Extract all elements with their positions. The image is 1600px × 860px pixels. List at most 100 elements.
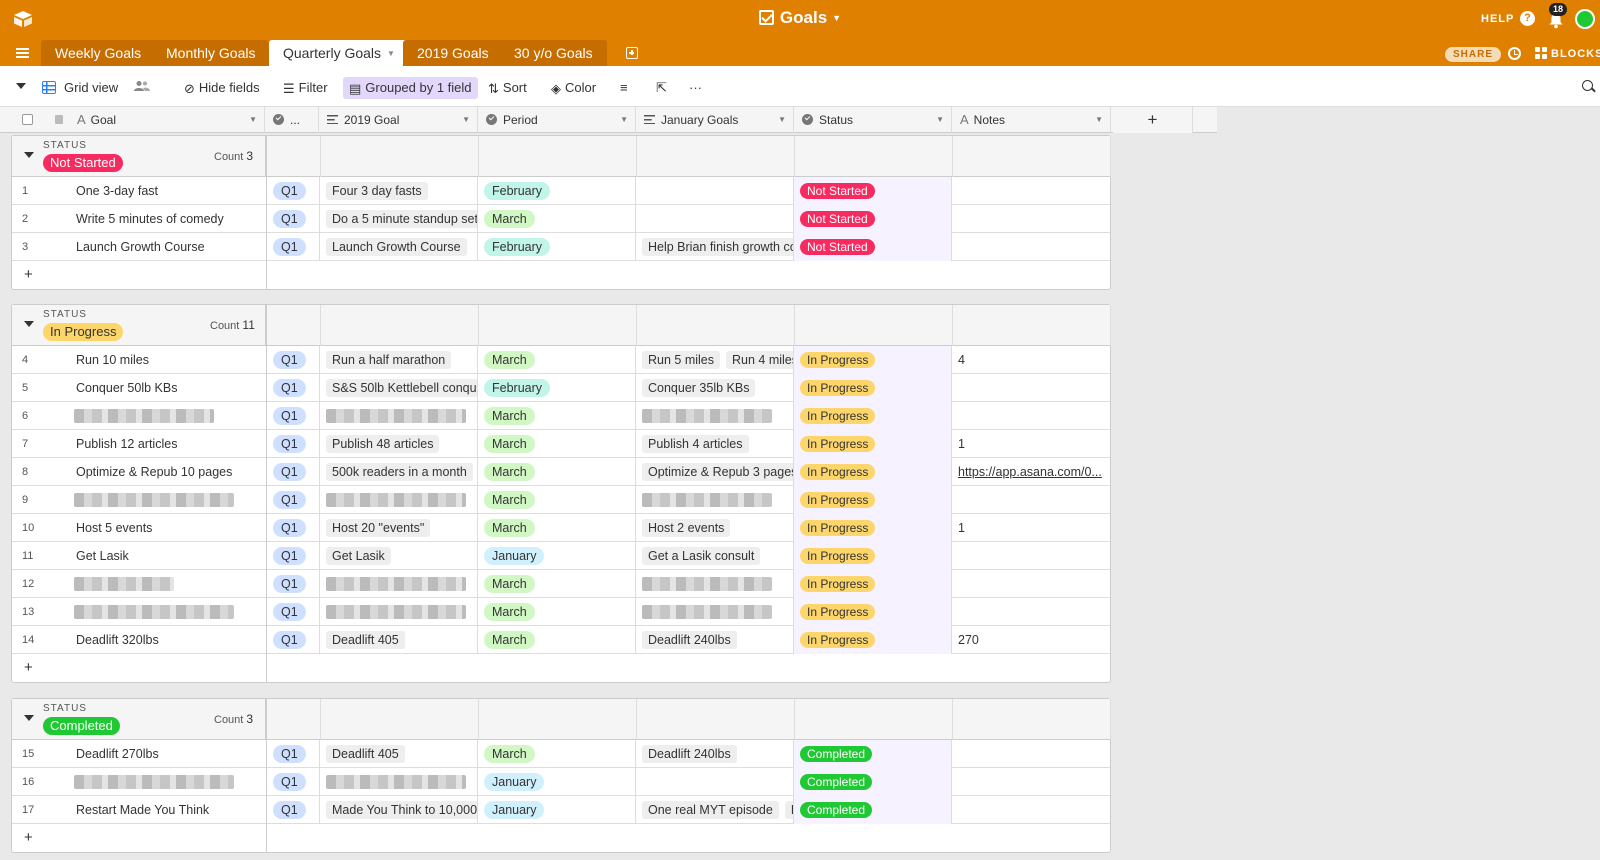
january-goals-cell[interactable]: Get a Lasik consult bbox=[636, 542, 794, 570]
status-cell[interactable]: In Progress bbox=[794, 458, 952, 486]
quarter-cell[interactable]: Q1 bbox=[266, 177, 320, 205]
table-row[interactable]: 8 Optimize & Repub 10 pages Q1 500k read… bbox=[12, 458, 1110, 486]
table-row[interactable]: 10 Host 5 events Q1 Host 20 "events" Mar… bbox=[12, 514, 1110, 542]
linked-2019-goal[interactable]: 500k readers in a month bbox=[326, 463, 473, 481]
quarter-cell[interactable]: Q1 bbox=[266, 514, 320, 542]
linked-2019-goal[interactable]: Publish 48 articles bbox=[326, 435, 440, 453]
january-goals-cell[interactable]: Deadlift 240lbs bbox=[636, 626, 794, 654]
quarter-cell[interactable]: Q1 bbox=[266, 486, 320, 514]
january-goals-cell[interactable] bbox=[636, 402, 794, 430]
status-cell[interactable]: In Progress bbox=[794, 514, 952, 542]
column-header-2019-goal[interactable]: 2019 Goal ▼ bbox=[319, 107, 478, 133]
goal-2019-cell[interactable] bbox=[320, 486, 478, 514]
add-row-button[interactable]: + bbox=[12, 824, 1110, 852]
january-goals-cell[interactable]: Host 2 events bbox=[636, 514, 794, 542]
goal-2019-cell[interactable]: Do a 5 minute standup set bbox=[320, 205, 478, 233]
period-cell[interactable]: March bbox=[478, 598, 636, 626]
add-row-button[interactable]: + bbox=[12, 654, 1110, 682]
period-cell[interactable]: March bbox=[478, 458, 636, 486]
tab-monthly-goals[interactable]: Monthly Goals bbox=[152, 40, 270, 66]
goal-2019-cell[interactable] bbox=[320, 768, 478, 796]
goal-2019-cell[interactable]: Launch Growth Course bbox=[320, 233, 478, 261]
quarter-cell[interactable]: Q1 bbox=[266, 598, 320, 626]
group-header[interactable]: STATUS Not Started Count 3 bbox=[12, 136, 1111, 177]
period-cell[interactable]: March bbox=[478, 626, 636, 654]
table-row[interactable]: 4 Run 10 miles Q1 Run a half marathon Ma… bbox=[12, 346, 1110, 374]
collapse-group-icon[interactable] bbox=[24, 321, 34, 327]
period-cell[interactable]: March bbox=[478, 205, 636, 233]
quarter-cell[interactable]: Q1 bbox=[266, 796, 320, 824]
notes-cell[interactable] bbox=[952, 486, 1110, 514]
linked-january-goal[interactable]: Publish 4 articles bbox=[642, 435, 749, 453]
table-row[interactable]: 5 Conquer 50lb KBs Q1 S&S 50lb Kettlebel… bbox=[12, 374, 1110, 402]
chevron-down-icon[interactable]: ▼ bbox=[387, 49, 395, 58]
goal-2019-cell[interactable]: Made You Think to 10,000 , bbox=[320, 796, 478, 824]
column-header-quarter[interactable]: ... bbox=[265, 107, 319, 133]
quarter-cell[interactable]: Q1 bbox=[266, 430, 320, 458]
status-cell[interactable]: In Progress bbox=[794, 346, 952, 374]
table-row[interactable]: 16 Q1 January Completed bbox=[12, 768, 1110, 796]
january-goals-cell[interactable] bbox=[636, 486, 794, 514]
period-cell[interactable]: March bbox=[478, 346, 636, 374]
linked-january-goal[interactable]: Rec bbox=[784, 801, 793, 819]
chevron-down-icon[interactable]: ▼ bbox=[620, 107, 628, 133]
status-cell[interactable]: In Progress bbox=[794, 570, 952, 598]
table-row[interactable]: 12 Q1 March In Progress bbox=[12, 570, 1110, 598]
status-cell[interactable]: In Progress bbox=[794, 402, 952, 430]
chevron-down-icon[interactable]: ▼ bbox=[778, 107, 786, 133]
tab-quarterly-goals[interactable]: Quarterly Goals ▼ bbox=[269, 40, 409, 66]
share-button[interactable]: SHARE bbox=[1445, 47, 1502, 62]
status-cell[interactable]: In Progress bbox=[794, 486, 952, 514]
linked-2019-goal[interactable]: S&S 50lb Kettlebell conque bbox=[326, 379, 477, 397]
quarter-cell[interactable]: Q1 bbox=[266, 402, 320, 430]
quarter-cell[interactable]: Q1 bbox=[266, 768, 320, 796]
january-goals-cell[interactable]: Help Brian finish growth co bbox=[636, 233, 794, 261]
linked-january-goal[interactable]: Get a Lasik consult bbox=[642, 547, 761, 565]
table-row[interactable]: 14 Deadlift 320lbs Q1 Deadlift 405 March… bbox=[12, 626, 1110, 654]
january-goals-cell[interactable] bbox=[636, 768, 794, 796]
goal-2019-cell[interactable]: Host 20 "events" bbox=[320, 514, 478, 542]
goal-2019-cell[interactable]: 500k readers in a month bbox=[320, 458, 478, 486]
more-options-button[interactable]: ··· bbox=[683, 77, 708, 99]
user-avatar[interactable] bbox=[1575, 9, 1595, 29]
chevron-down-icon[interactable]: ▼ bbox=[462, 107, 470, 133]
period-cell[interactable]: January bbox=[478, 768, 636, 796]
linked-2019-goal[interactable]: Get Lasik bbox=[326, 547, 391, 565]
table-row[interactable]: 15 Deadlift 270lbs Q1 Deadlift 405 March… bbox=[12, 740, 1110, 768]
period-cell[interactable]: March bbox=[478, 514, 636, 542]
select-all-checkbox[interactable] bbox=[22, 114, 33, 125]
january-goals-cell[interactable]: Deadlift 240lbs bbox=[636, 740, 794, 768]
filter-button[interactable]: ☰ Filter bbox=[277, 77, 334, 99]
goal-2019-cell[interactable]: Get Lasik bbox=[320, 542, 478, 570]
linked-january-goal[interactable]: Run 4 miles bbox=[726, 351, 793, 369]
table-row[interactable]: 17 Restart Made You Think Q1 Made You Th… bbox=[12, 796, 1110, 824]
status-cell[interactable]: In Progress bbox=[794, 430, 952, 458]
january-goals-cell[interactable]: Run 5 miles Run 4 miles bbox=[636, 346, 794, 374]
period-cell[interactable]: February bbox=[478, 374, 636, 402]
status-cell[interactable]: In Progress bbox=[794, 374, 952, 402]
help-icon[interactable]: ? bbox=[1520, 11, 1535, 26]
goal-2019-cell[interactable]: Publish 48 articles bbox=[320, 430, 478, 458]
quarter-cell[interactable]: Q1 bbox=[266, 458, 320, 486]
period-cell[interactable]: February bbox=[478, 233, 636, 261]
blocks-button[interactable]: BLOCKS bbox=[1551, 48, 1600, 60]
goal-2019-cell[interactable] bbox=[320, 402, 478, 430]
period-cell[interactable]: March bbox=[478, 430, 636, 458]
table-row[interactable]: 6 Q1 March In Progress bbox=[12, 402, 1110, 430]
add-row-button[interactable]: + bbox=[12, 261, 1110, 289]
notes-cell[interactable] bbox=[952, 374, 1110, 402]
january-goals-cell[interactable] bbox=[636, 205, 794, 233]
quarter-cell[interactable]: Q1 bbox=[266, 740, 320, 768]
table-row[interactable]: 9 Q1 March In Progress bbox=[12, 486, 1110, 514]
quarter-cell[interactable]: Q1 bbox=[266, 346, 320, 374]
period-cell[interactable]: January bbox=[478, 796, 636, 824]
collapse-sidebar-icon[interactable] bbox=[16, 83, 26, 89]
period-cell[interactable]: February bbox=[478, 177, 636, 205]
color-button[interactable]: ◈ Color bbox=[545, 77, 602, 99]
collaborators-icon[interactable] bbox=[128, 77, 156, 99]
quarter-cell[interactable]: Q1 bbox=[266, 626, 320, 654]
base-title[interactable]: Goals ▼ bbox=[0, 8, 1600, 28]
add-table-icon[interactable] bbox=[626, 47, 638, 59]
linked-january-goal[interactable]: One real MYT episode bbox=[642, 801, 779, 819]
chevron-down-icon[interactable]: ▼ bbox=[249, 107, 257, 133]
